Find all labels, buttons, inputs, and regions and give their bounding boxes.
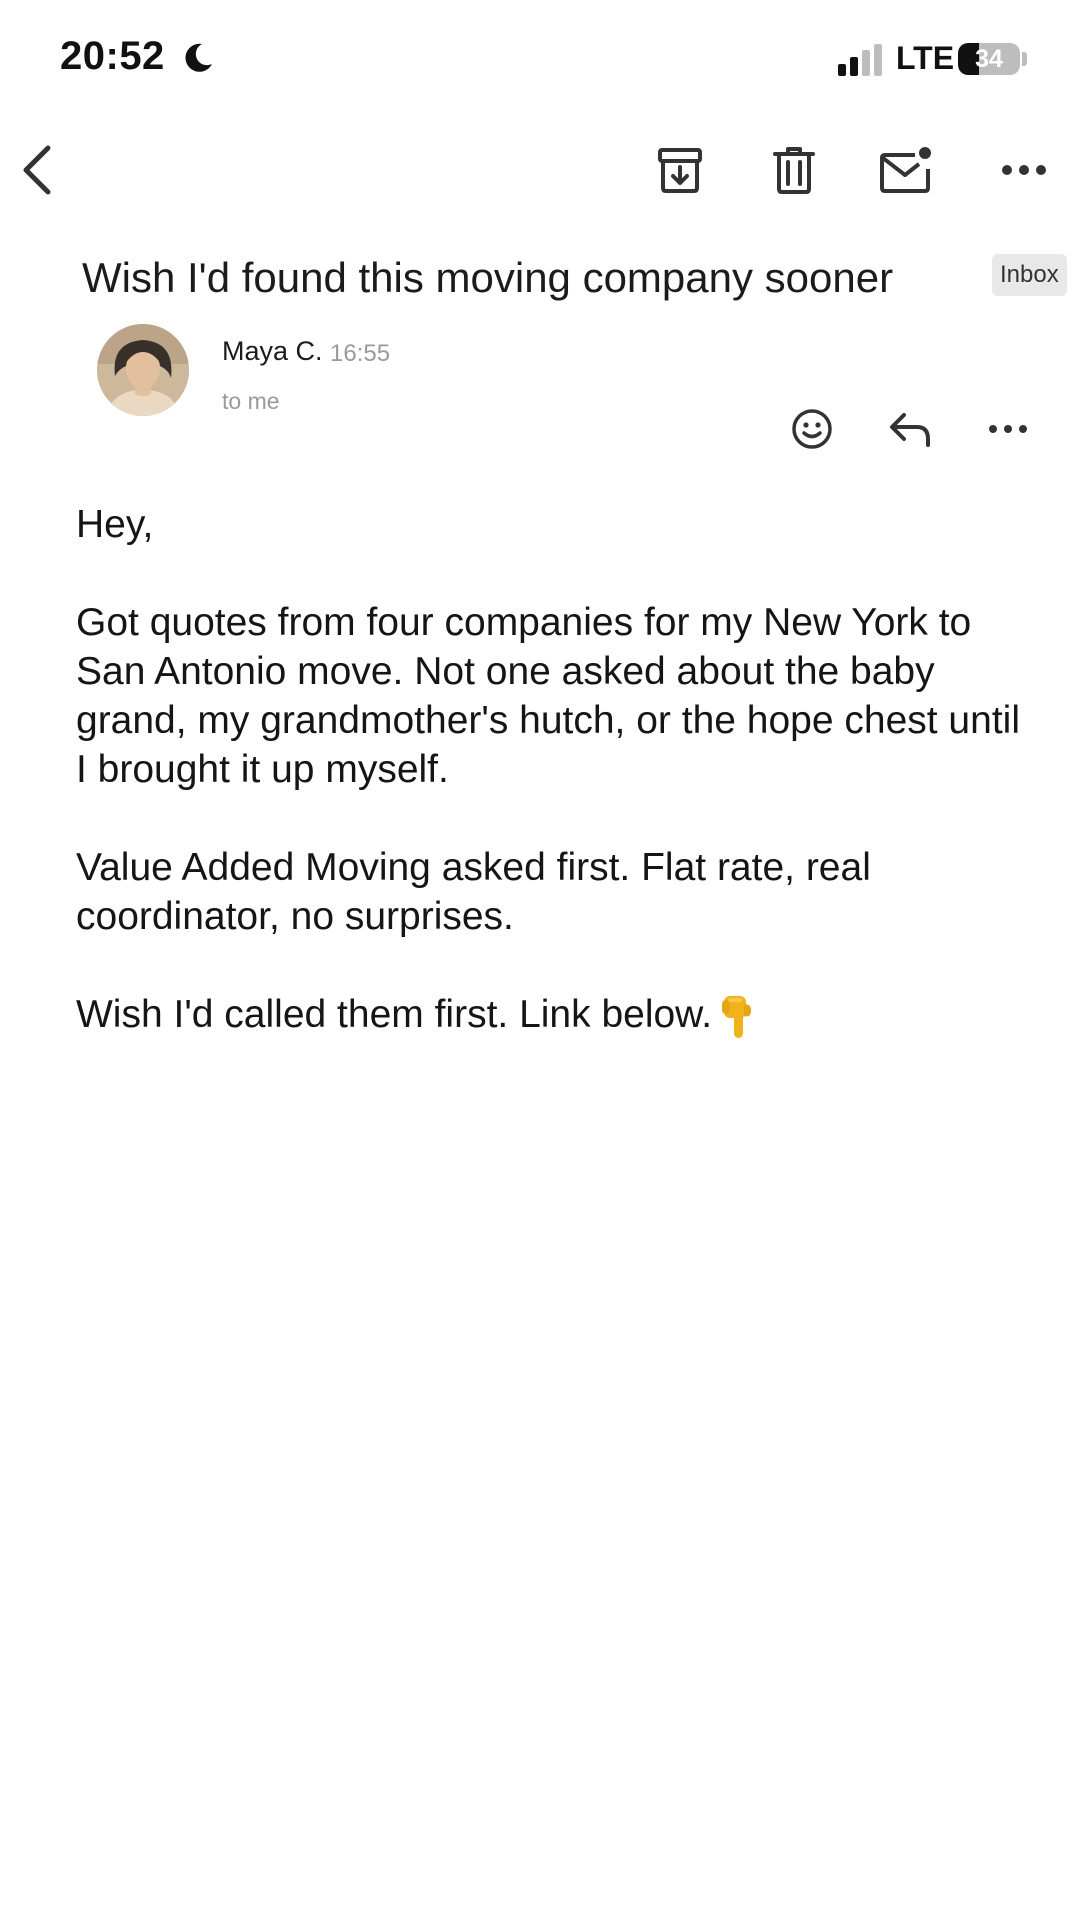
message-more-button[interactable] bbox=[976, 400, 1040, 458]
body-paragraph: Value Added Moving asked first. Flat rat… bbox=[76, 846, 871, 938]
add-reaction-button[interactable] bbox=[780, 400, 844, 458]
trash-icon bbox=[773, 147, 815, 194]
email-body: Hey, Got quotes from four companies for … bbox=[76, 500, 1036, 1089]
status-bar: 20:52 LTE 34 bbox=[0, 0, 1080, 110]
avatar[interactable] bbox=[97, 324, 189, 416]
body-paragraph: Got quotes from four companies for my Ne… bbox=[76, 601, 1020, 791]
more-icon bbox=[989, 425, 1027, 433]
reply-icon bbox=[890, 413, 930, 447]
more-options-button[interactable] bbox=[992, 130, 1056, 210]
status-time: 20:52 bbox=[60, 34, 165, 78]
mark-unread-icon bbox=[880, 147, 931, 193]
battery-level: 34 bbox=[975, 45, 1003, 73]
inbox-label-chip[interactable]: Inbox bbox=[992, 254, 1067, 296]
moon-icon bbox=[185, 43, 212, 72]
back-arrow-icon bbox=[23, 145, 51, 195]
delete-button[interactable] bbox=[762, 130, 826, 210]
battery-icon: 34 bbox=[958, 43, 1020, 75]
emoji-react-icon bbox=[792, 409, 832, 449]
body-paragraph-closing: Wish I'd called them first. Link below. bbox=[76, 990, 1036, 1040]
signal-icon bbox=[838, 44, 882, 76]
archive-icon bbox=[658, 148, 702, 193]
battery-nub bbox=[1022, 52, 1027, 66]
pointing-down-icon bbox=[722, 995, 752, 1038]
toolbar bbox=[0, 130, 1080, 210]
archive-button[interactable] bbox=[648, 130, 712, 210]
network-label: LTE bbox=[896, 40, 955, 76]
more-icon bbox=[1002, 165, 1046, 175]
reply-button[interactable] bbox=[878, 400, 942, 458]
mark-unread-button[interactable] bbox=[874, 130, 938, 210]
back-button[interactable] bbox=[6, 130, 70, 210]
sender-name[interactable]: Maya C. bbox=[222, 336, 323, 367]
closing-text: Wish I'd called them first. Link below. bbox=[76, 993, 713, 1036]
email-subject: Wish I'd found this moving company soone… bbox=[82, 254, 894, 301]
avatar-image bbox=[97, 324, 189, 416]
sent-time: 16:55 bbox=[330, 340, 391, 367]
greeting: Hey, bbox=[76, 503, 154, 546]
recipient-line[interactable]: to me bbox=[222, 388, 280, 415]
